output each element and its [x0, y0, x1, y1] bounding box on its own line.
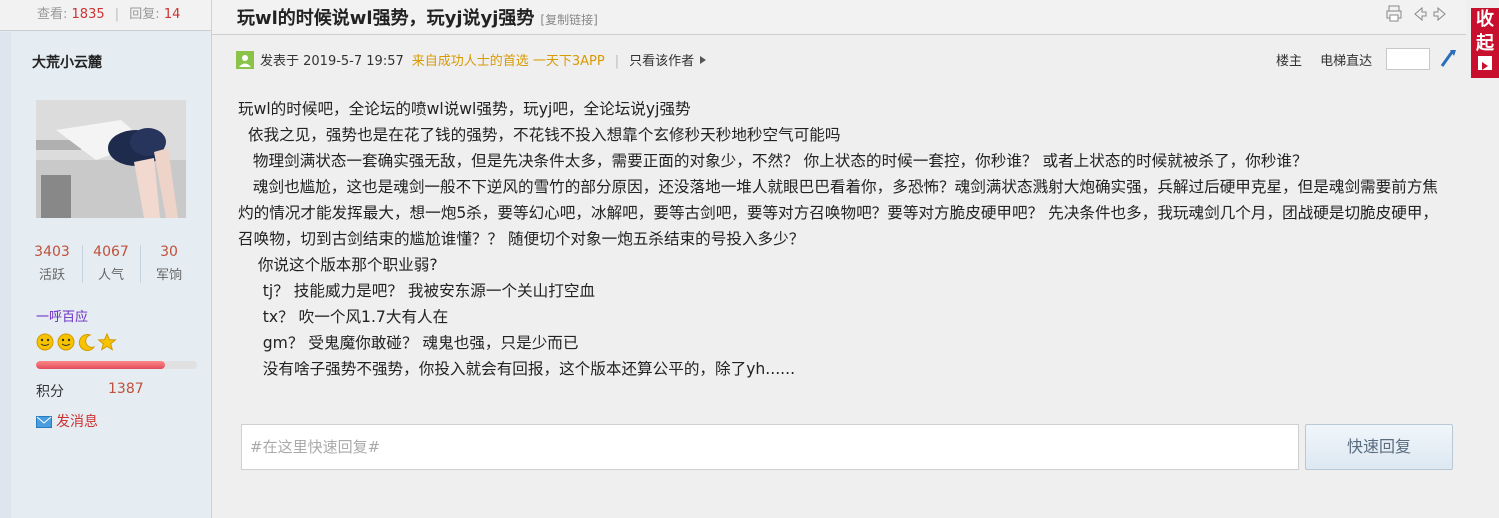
collapse-button[interactable]: 收 起: [1471, 8, 1499, 78]
avatar[interactable]: [36, 100, 186, 218]
sun-face-icon: [36, 333, 54, 351]
post-line: 没有啥子强势不强势，你投入就会有回报，这个版本还算公平的，除了yh......: [238, 360, 796, 378]
thread-tools: [1386, 4, 1456, 28]
quick-reply-input[interactable]: #在这里快速回复#: [241, 424, 1299, 470]
thread-stats-line: 查看: 1835 | 回复: 14: [37, 3, 180, 22]
post-line: 玩wl的时候吧，全论坛的喷wl说wl强势，玩yj吧，全论坛说yj强势: [238, 100, 691, 118]
moon-icon: [78, 334, 96, 351]
sidebar-edge: [0, 32, 11, 518]
avatar-image: [36, 100, 186, 218]
views-label: 查看:: [37, 7, 68, 22]
floor-tools: 楼主 电梯直达: [1276, 50, 1372, 69]
collapse-arrow-icon: [1478, 56, 1492, 70]
star-icon: [97, 332, 117, 351]
post-line: 魂剑也尴尬，这也是魂剑一般不下逆风的雪竹的部分原因，还没落地一堆人就眼巴巴看着你…: [238, 178, 1439, 248]
stat-divider: [82, 245, 83, 283]
credit-value: 1387: [108, 381, 144, 397]
credit-label: 积分: [36, 384, 64, 400]
thread-title-bar: 玩wl的时候说wl强势，玩yj说yj强势 [复制链接]: [212, 0, 1466, 35]
collapse-label-1: 收: [1476, 9, 1494, 30]
floor-label: 楼主: [1276, 54, 1303, 69]
post-meta: 发表于 2019-5-7 19:57 来自成功人士的首选 一天下3APP | 只看该作…: [236, 50, 708, 69]
author-name[interactable]: 大荒小云麓: [32, 52, 102, 72]
meta-divider: |: [614, 54, 620, 69]
post-line: 物理剑满状态一套确实强无敌，但是先决条件太多，需要正面的对象少，不然？ 你上状态…: [238, 152, 1308, 170]
author-sidebar: 查看: 1835 | 回复: 14 大荒小云麓 3403 活跃 4067 人气: [0, 0, 212, 518]
post-time: 发表于 2019-5-7 19:57: [260, 54, 404, 69]
stat-value: 3403: [34, 244, 70, 260]
collapse-label-2: 起: [1476, 33, 1494, 54]
next-thread-icon[interactable]: [1433, 6, 1446, 22]
post-source[interactable]: 来自成功人士的首选 一天下3APP: [412, 54, 605, 69]
stat-label: 军饷: [155, 268, 182, 283]
post-content: 玩wl的时候吧，全论坛的喷wl说wl强势，玩yj吧，全论坛说yj强势 依我之见，…: [238, 96, 1448, 382]
thread-title-text: 玩wl的时候说wl强势，玩yj说yj强势: [237, 8, 535, 29]
stat-label: 活跃: [38, 268, 65, 283]
previous-thread-icon[interactable]: [1414, 6, 1427, 22]
replies-label: 回复:: [129, 7, 160, 22]
only-author-arrow-icon: [698, 54, 708, 69]
only-author-link[interactable]: 只看该作者: [629, 54, 694, 69]
views-count: 1835: [71, 7, 105, 22]
elevator-label: 电梯直达: [1320, 54, 1373, 69]
send-message-label: 发消息: [56, 414, 98, 430]
copy-link[interactable]: [复制链接]: [540, 13, 597, 27]
post-line: 依我之见，强势也是在花了钱的强势，不花钱不投入想靠个玄修秒天秒地秒空气可能吗: [238, 126, 841, 144]
thread-title: 玩wl的时候说wl强势，玩yj说yj强势 [复制链接]: [237, 4, 598, 30]
replies-count: 14: [163, 7, 181, 22]
floor-jump-input[interactable]: [1386, 48, 1430, 70]
stat-activity[interactable]: 3403 活跃: [26, 244, 78, 283]
stat-value: 4067: [93, 244, 129, 260]
level-progress-fill: [36, 361, 165, 369]
quick-reply-button[interactable]: 快速回复: [1305, 424, 1453, 470]
sun-face-icon: [57, 333, 75, 351]
jump-icon[interactable]: [1438, 48, 1458, 72]
online-status-icon: [236, 51, 254, 69]
level-progress-bar: [36, 361, 197, 369]
post-line: gm？ 受鬼魔你敢碰？ 魂鬼也强，只是少而已: [238, 334, 579, 352]
post-line: tj？ 技能威力是吧？ 我被安东源一个关山打空血: [238, 282, 596, 300]
user-group[interactable]: 一呼百应: [36, 306, 88, 325]
stat-pay[interactable]: 30 军饷: [143, 244, 195, 283]
stat-label: 人气: [97, 268, 124, 283]
send-message-link[interactable]: 发消息: [36, 411, 98, 432]
stat-divider: [140, 245, 141, 283]
print-icon[interactable]: [1386, 5, 1402, 22]
stat-popularity[interactable]: 4067 人气: [85, 244, 137, 283]
envelope-icon: [36, 416, 52, 432]
stat-value: 30: [160, 244, 178, 260]
page-edge: [1466, 80, 1499, 518]
medal-row: [36, 332, 118, 355]
stats-divider: |: [114, 7, 120, 22]
post-line: tx？ 吹一个风1.7大有人在: [238, 308, 449, 326]
thread-stats: 查看: 1835 | 回复: 14: [0, 0, 211, 31]
post-line: 你说这个版本那个职业弱?: [238, 256, 438, 274]
